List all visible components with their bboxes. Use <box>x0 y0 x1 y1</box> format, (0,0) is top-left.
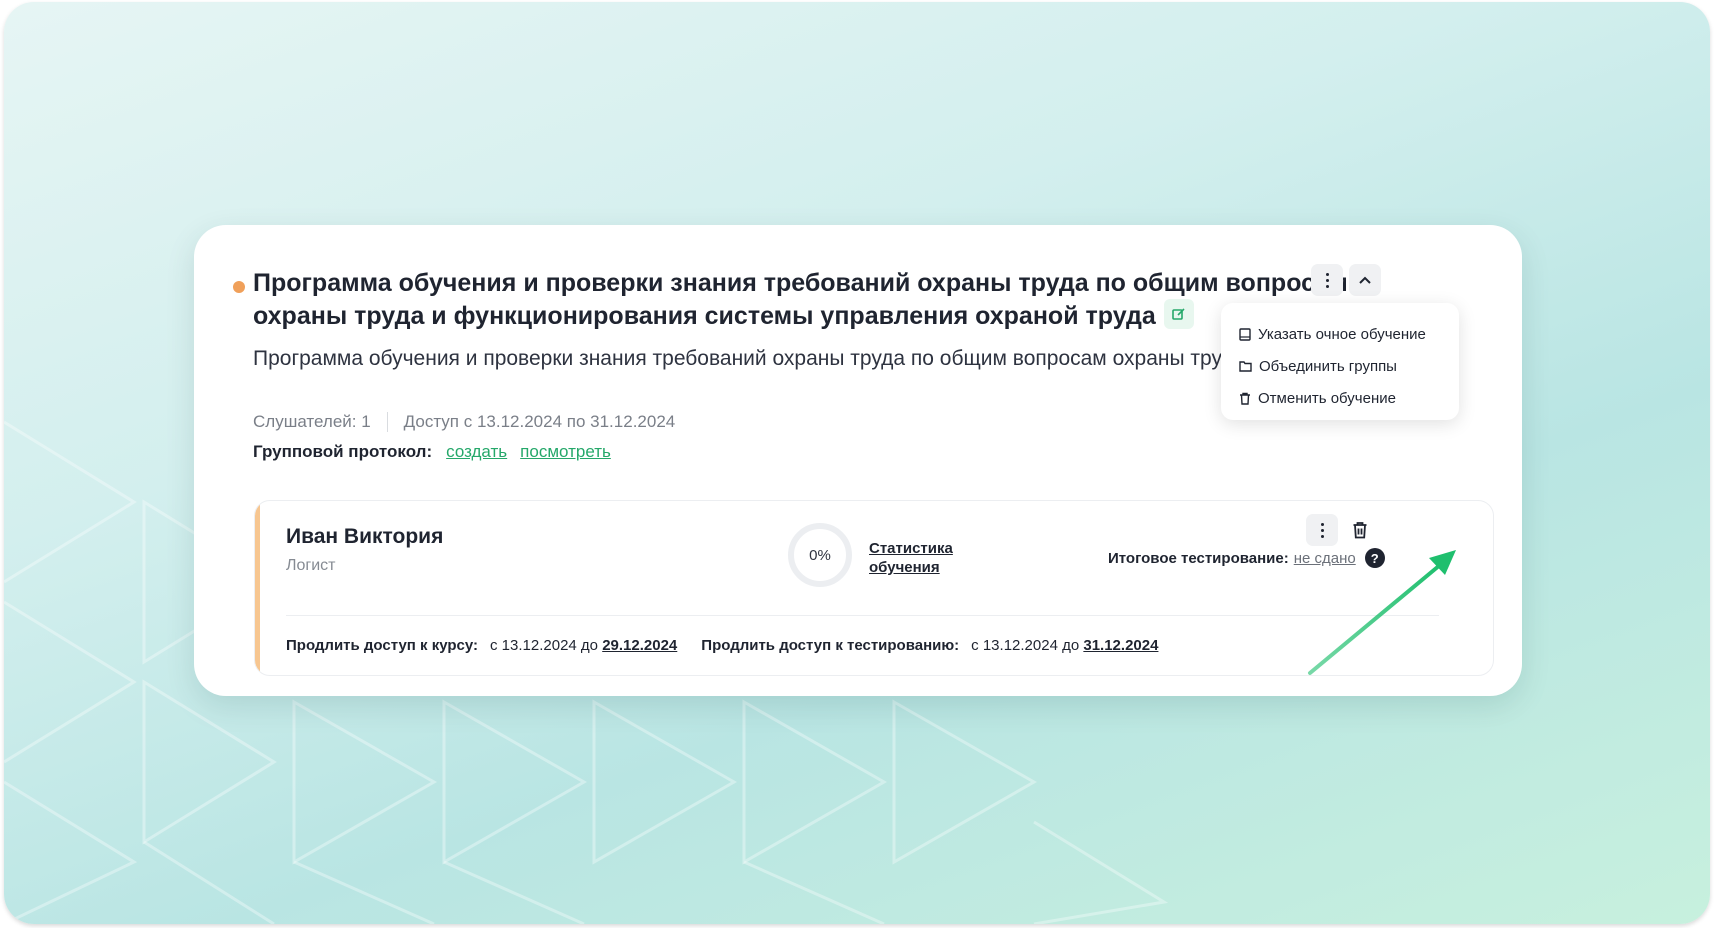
kebab-icon <box>1325 272 1329 288</box>
course-card: Программа обучения и проверки знания тре… <box>194 225 1522 696</box>
status-dot <box>233 281 245 293</box>
protocol-view-link[interactable]: посмотреть <box>520 442 611 462</box>
protocol-label: Групповой протокол: <box>253 442 433 461</box>
final-test-result-link[interactable]: не сдано <box>1294 550 1356 567</box>
test-access-label: Продлить доступ к тестированию: <box>701 637 960 654</box>
access-period: Доступ с 13.12.2024 по 31.12.2024 <box>403 412 676 431</box>
test-access-from: с 13.12.2024 до <box>971 637 1080 654</box>
row-accent-bar <box>255 501 260 675</box>
trash-icon <box>1240 392 1250 405</box>
training-stats-link[interactable]: Статистика обучения <box>869 539 979 577</box>
final-test-status: Итоговое тестирование: не сдано ? <box>1108 548 1385 568</box>
menu-item-cancel-training[interactable]: Отменить обучение <box>1221 382 1459 414</box>
course-access-from: с 13.12.2024 до <box>490 637 599 654</box>
progress-percent: 0% <box>809 546 831 564</box>
student-menu-button[interactable] <box>1306 514 1338 546</box>
trash-icon <box>1353 522 1367 539</box>
course-menu-dropdown: Указать очное обучение Объединить группы… <box>1221 303 1459 420</box>
course-meta: Слушателей: 1 Доступ с 13.12.2024 по 31.… <box>253 412 675 432</box>
folder-icon <box>1239 361 1252 372</box>
group-protocol: Групповой протокол: создать посмотреть <box>253 442 611 462</box>
course-access-label: Продлить доступ к курсу: <box>286 637 479 654</box>
kebab-icon <box>1320 522 1324 538</box>
menu-item-offline-training[interactable]: Указать очное обучение <box>1221 318 1459 350</box>
student-role: Логист <box>286 557 336 574</box>
course-access-date[interactable]: 29.12.2024 <box>602 637 677 654</box>
chevron-up-icon <box>1359 276 1371 284</box>
help-icon[interactable]: ? <box>1364 548 1385 568</box>
book-icon <box>1239 327 1251 341</box>
collapse-button[interactable] <box>1349 264 1381 296</box>
protocol-create-link[interactable]: создать <box>446 442 507 462</box>
course-menu-button[interactable] <box>1311 264 1343 296</box>
meta-divider <box>386 412 388 432</box>
delete-student-button[interactable] <box>1344 514 1376 546</box>
edit-icon[interactable] <box>1163 299 1194 330</box>
student-row: Иван Виктория Логист 0% Статистика обуче… <box>254 500 1494 676</box>
final-test-label: Итоговое тестирование: <box>1108 549 1289 567</box>
student-name: Иван Виктория <box>286 525 444 548</box>
row-divider <box>286 615 1439 616</box>
test-access-date[interactable]: 31.12.2024 <box>1083 637 1158 654</box>
listeners-count: Слушателей: 1 <box>253 412 371 431</box>
menu-item-merge-groups[interactable]: Объединить группы <box>1221 350 1459 382</box>
access-extension: Продлить доступ к курсу: с 13.12.2024 до… <box>286 637 1158 654</box>
